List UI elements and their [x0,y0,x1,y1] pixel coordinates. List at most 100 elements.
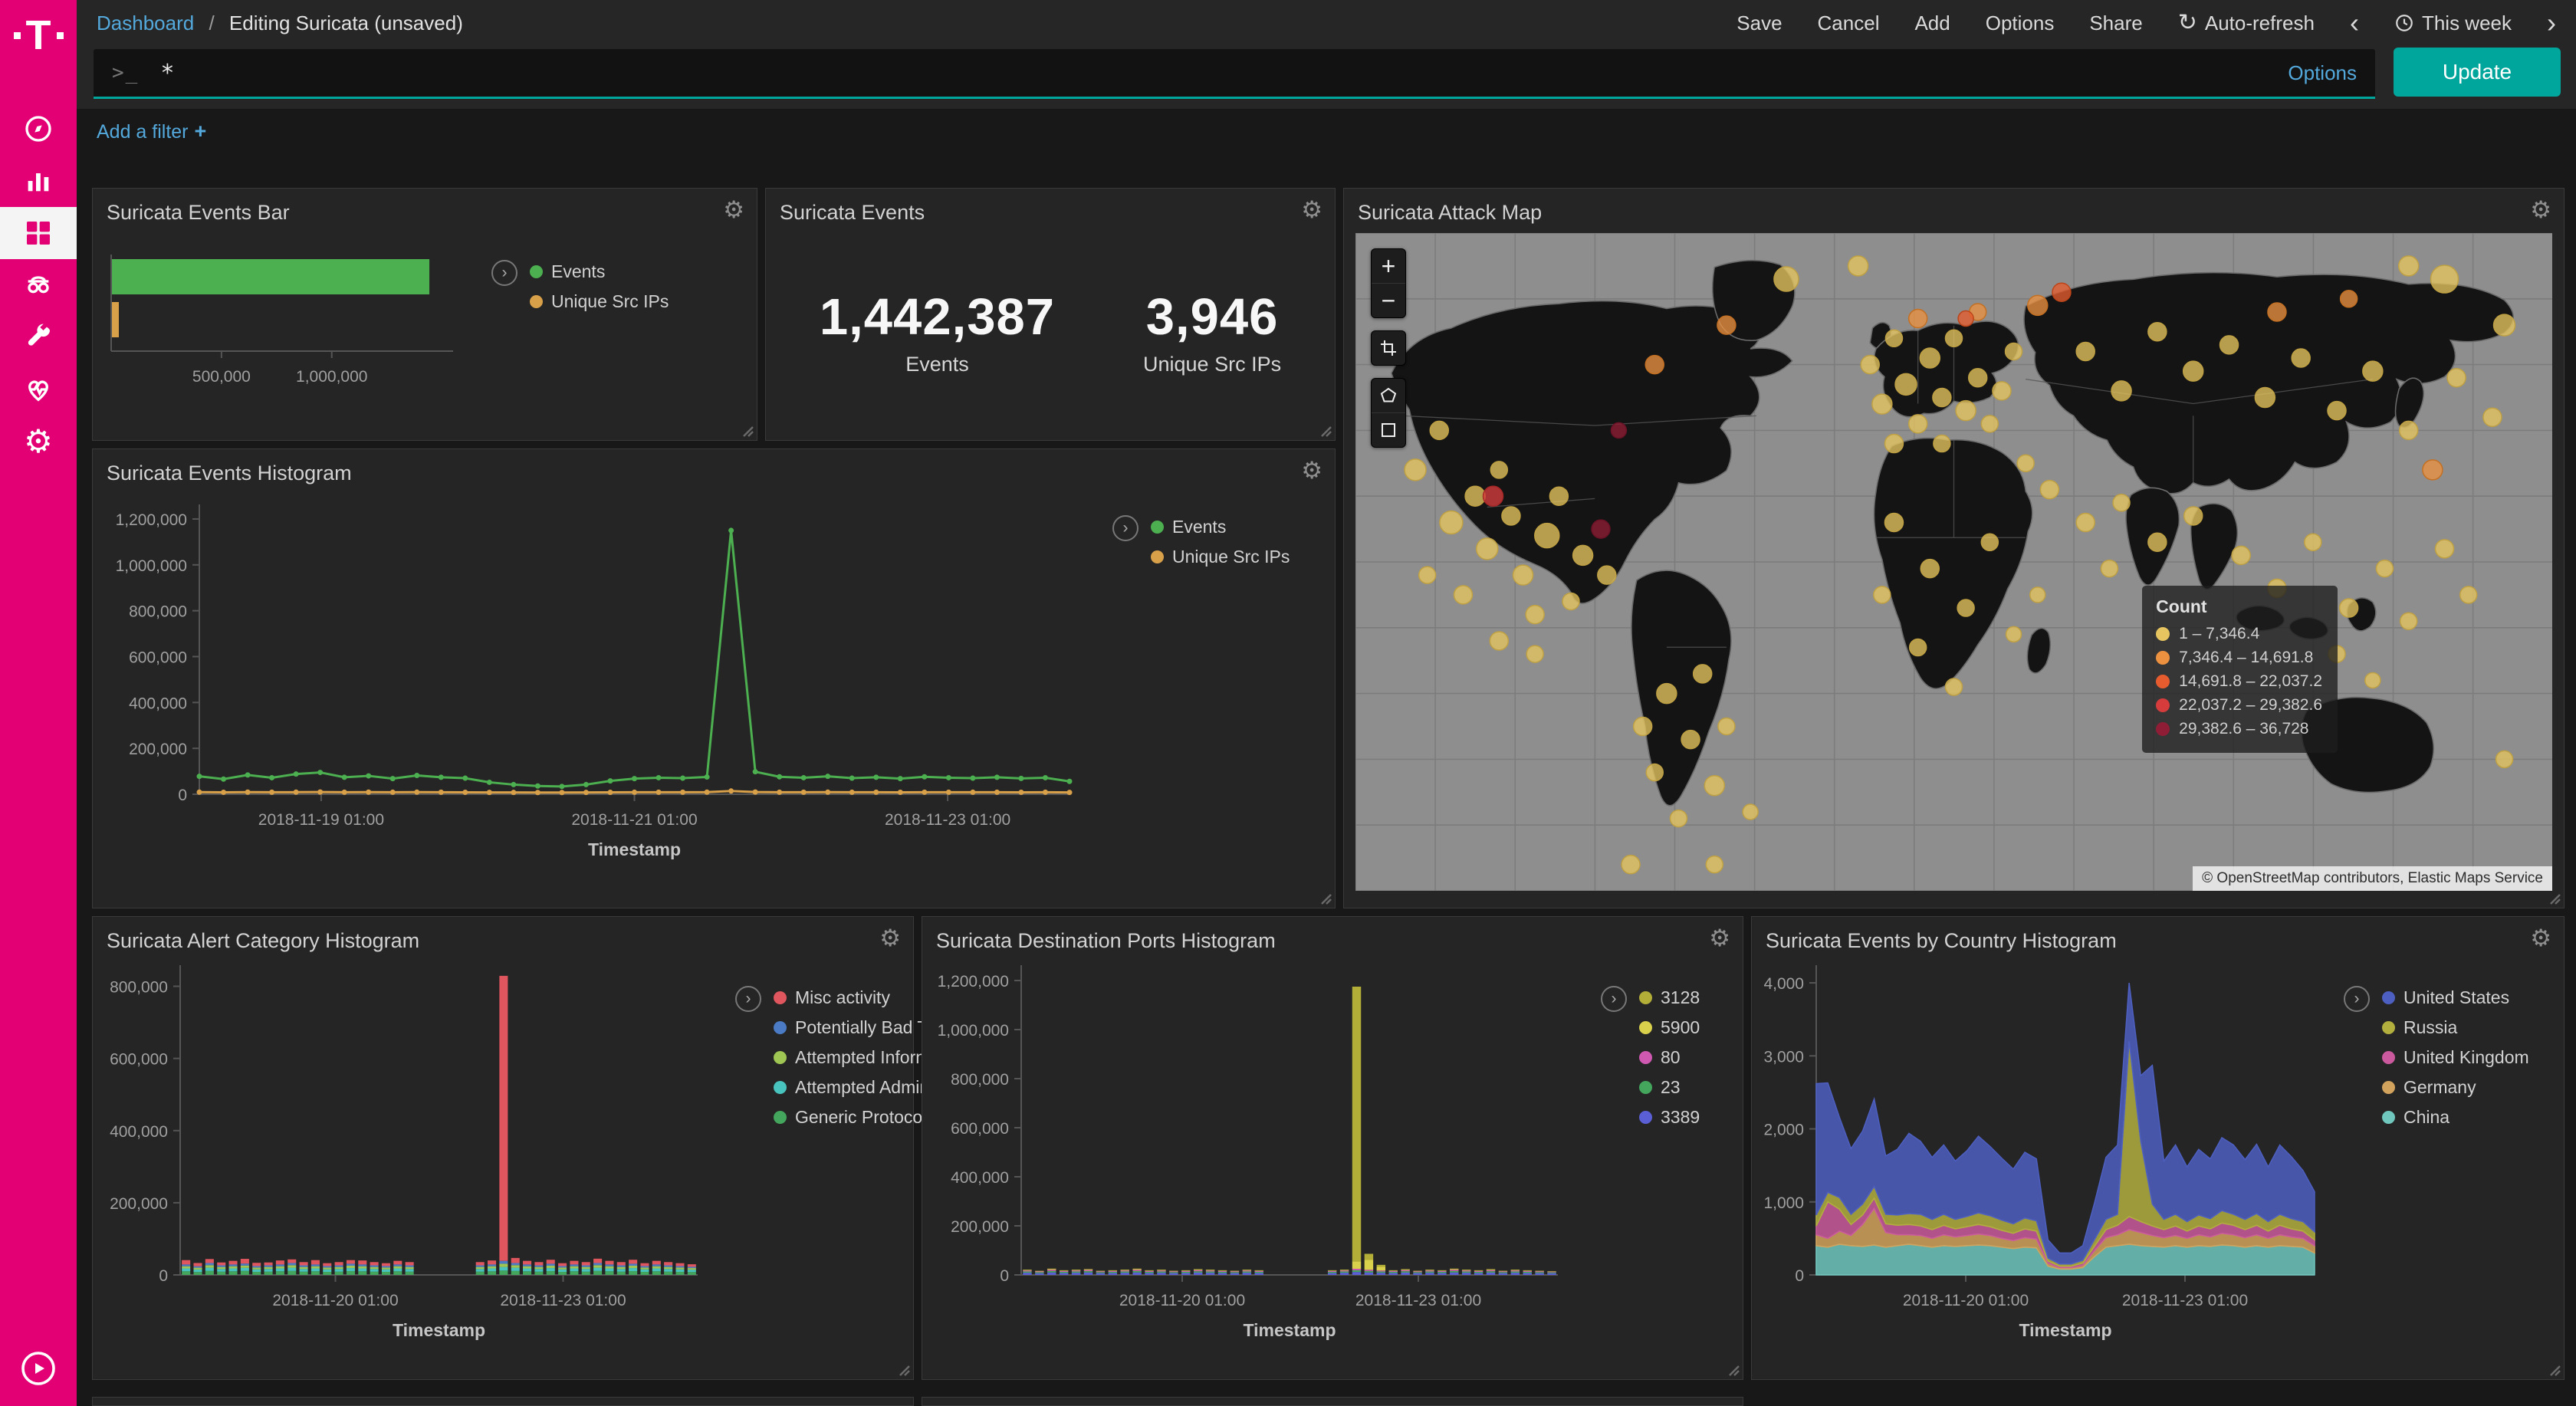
add-filter-link[interactable]: Add a filter+ [97,121,206,143]
panel-settings-icon[interactable]: ⚙ [2530,198,2551,222]
svg-text:400,000: 400,000 [951,1169,1009,1187]
sidebar-item-management[interactable]: ⚙ [0,416,77,468]
legend-item[interactable]: Unique Src IPs [1151,547,1290,567]
map-attribution[interactable]: © OpenStreetMap contributors, Elastic Ma… [2193,866,2552,891]
legend-item[interactable]: United States [2382,987,2529,1008]
save-button[interactable]: Save [1737,11,1782,35]
svg-text:3,000: 3,000 [1763,1048,1804,1066]
legend-label: Germany [2404,1077,2476,1098]
sidebar-collapse-button[interactable] [20,1350,57,1391]
time-range-button[interactable]: This week [2394,11,2512,35]
panel-settings-icon[interactable]: ⚙ [879,926,901,950]
legend-dot [774,1111,787,1124]
legend-dot [2156,698,2170,712]
legend-label: Events [551,261,605,282]
resize-handle[interactable] [2545,889,2561,905]
auto-refresh-label: Auto-refresh [2205,11,2315,35]
legend-expand-icon[interactable]: › [735,986,761,1012]
zoom-in-button[interactable]: + [1372,249,1405,283]
svg-text:1,200,000: 1,200,000 [116,511,187,529]
time-range-label: This week [2422,11,2512,35]
legend-expand-icon[interactable]: › [1112,515,1138,541]
svg-text:2018-11-20 01:00: 2018-11-20 01:00 [1903,1292,2029,1309]
partial-panel-1 [92,1397,914,1406]
sidebar-item-visualize[interactable] [0,155,77,207]
legend-item[interactable]: Events [1151,517,1290,537]
filter-bar: Add a filter+ [97,120,206,143]
legend-dot [2382,1111,2395,1124]
query-options-link[interactable]: Options [2288,61,2357,85]
breadcrumb-dashboard-link[interactable]: Dashboard [97,11,194,34]
panel-settings-icon[interactable]: ⚙ [1301,458,1322,482]
legend-item[interactable]: 80 [1639,1047,1700,1068]
resize-handle[interactable] [1316,421,1332,438]
polygon-select-button[interactable] [1372,379,1405,412]
share-button[interactable]: Share [2089,11,2142,35]
legend-item: 22,037.2 – 29,382.6 [2156,696,2322,714]
cancel-button[interactable]: Cancel [1818,11,1880,35]
telekom-logo[interactable]: T [14,12,64,58]
breadcrumb-current: Editing Suricata (unsaved) [229,11,463,34]
legend-dot [530,295,543,308]
legend-item[interactable]: China [2382,1107,2529,1128]
zoom-out-button[interactable]: − [1372,283,1405,317]
add-button[interactable]: Add [1914,11,1950,35]
metric-label: Unique Src IPs [1143,353,1281,376]
legend-item[interactable]: Unique Src IPs [530,291,669,312]
resize-handle[interactable] [1723,1360,1740,1377]
svg-text:1,000,000: 1,000,000 [296,368,367,386]
legend-expand-icon[interactable]: › [2344,986,2370,1012]
legend-expand-icon[interactable]: › [1601,986,1627,1012]
legend-item[interactable]: United Kingdom [2382,1047,2529,1068]
legend-item[interactable]: Events [530,261,669,282]
legend-label: Events [1172,517,1226,537]
legend-item[interactable]: Russia [2382,1017,2529,1038]
sidebar-item-discover[interactable] [0,103,77,155]
legend-dot [1639,1051,1652,1064]
resize-handle[interactable] [894,1360,911,1377]
compass-icon [23,113,54,144]
svg-text:Timestamp: Timestamp [588,839,681,859]
svg-text:800,000: 800,000 [951,1071,1009,1089]
svg-text:2018-11-23 01:00: 2018-11-23 01:00 [885,811,1010,829]
sidebar-item-security[interactable] [0,259,77,311]
svg-text:600,000: 600,000 [110,1051,168,1069]
svg-text:1,200,000: 1,200,000 [938,973,1009,990]
update-button[interactable]: Update [2394,48,2561,97]
legend-item[interactable]: Germany [2382,1077,2529,1098]
rectangle-select-button[interactable] [1372,412,1405,447]
legend-label: 7,346.4 – 14,691.8 [2179,649,2313,667]
sidebar-item-dashboard[interactable] [0,207,77,259]
options-button[interactable]: Options [1986,11,2055,35]
sidebar-item-monitoring[interactable] [0,363,77,416]
sidebar-item-devtools[interactable] [0,311,77,363]
resize-handle[interactable] [2545,1360,2561,1377]
panel-settings-icon[interactable]: ⚙ [1709,926,1730,950]
svg-text:2018-11-21 01:00: 2018-11-21 01:00 [571,811,697,829]
panel-suricata-events-metric: Suricata Events ⚙ 1,442,387 Events 3,946… [765,188,1336,441]
resize-handle[interactable] [738,421,754,438]
legend-item[interactable]: 5900 [1639,1017,1700,1038]
query-input[interactable]: >_ * Options [94,49,2375,99]
logo-dot-right [57,32,64,39]
legend-item[interactable]: 3389 [1639,1107,1700,1128]
legend-expand-icon[interactable]: › [491,260,518,286]
time-forward-button[interactable]: › [2547,9,2556,37]
breadcrumb-separator: / [209,11,214,34]
resize-handle[interactable] [1316,889,1332,905]
legend-item[interactable]: 23 [1639,1077,1700,1098]
attack-map[interactable]: + − [1355,233,2552,891]
logo-letter: T [26,15,51,56]
time-back-button[interactable]: ‹ [2350,9,2359,37]
auto-refresh-button[interactable]: ↻ Auto-refresh [2178,11,2315,35]
panel-settings-icon[interactable]: ⚙ [2530,926,2551,950]
dashboard-grid-icon [23,218,54,248]
world-map[interactable] [1355,233,2552,891]
legend-item[interactable]: 3128 [1639,987,1700,1008]
sidebar-nav: ⚙ [0,103,77,468]
panel-settings-icon[interactable]: ⚙ [723,198,744,222]
fit-data-bounds-button[interactable] [1372,331,1405,365]
events-bar-chart: 500,0001,000,000 [94,242,462,415]
metric-events: 1,442,387 Events [820,287,1055,376]
alert-category-chart: 0200,000400,000600,000800,0002018-11-20 … [96,957,709,1348]
